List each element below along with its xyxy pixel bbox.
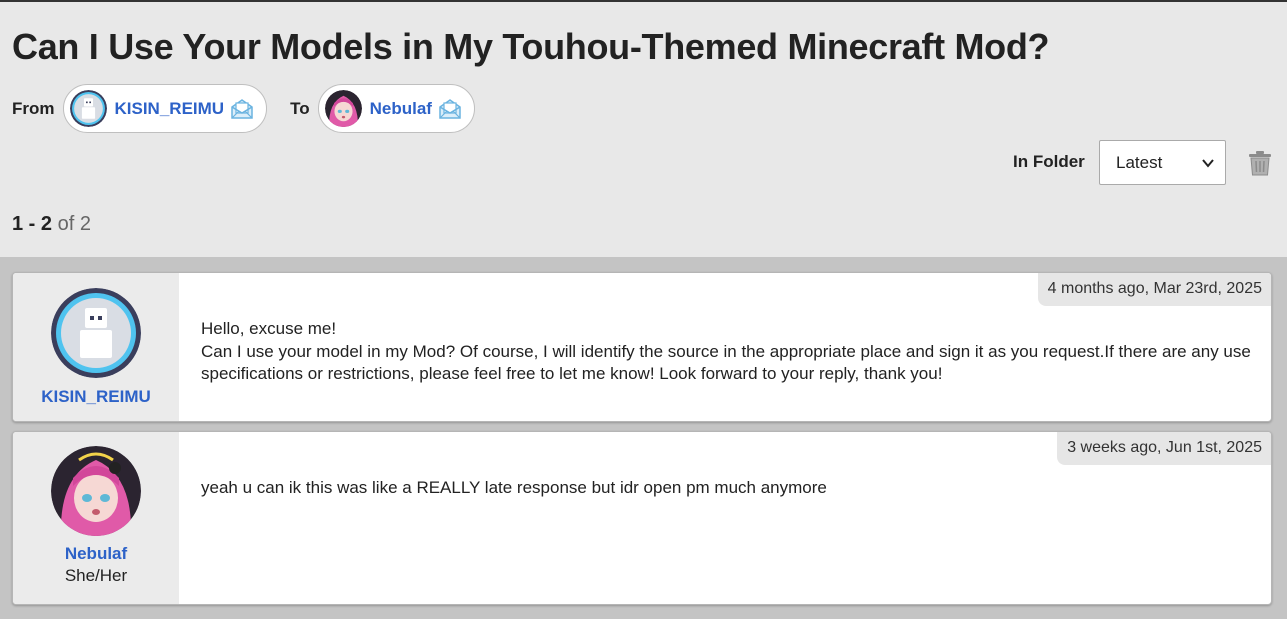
folder-select-value: Latest	[1116, 152, 1163, 172]
to-user-chip[interactable]: Nebulaf	[317, 84, 475, 133]
folder-label: In Folder	[1013, 152, 1085, 171]
message-author-panel: Nebulaf She/Her	[13, 432, 179, 604]
from-user-name: KISIN_REIMU	[114, 98, 225, 118]
envelope-open-icon[interactable]	[438, 97, 462, 121]
to-user-name: Nebulaf	[369, 98, 432, 118]
message-list: KISIN_REIMU 4 months ago, Mar 23rd, 2025…	[0, 257, 1287, 619]
message-line: Can I use your model in my Mod? Of cours…	[201, 341, 1251, 384]
participants-bar: From KISIN_REIMU To Nebulaf	[12, 84, 475, 133]
author-name[interactable]: KISIN_REIMU	[13, 387, 179, 407]
trash-icon[interactable]	[1248, 150, 1272, 181]
message-line: yeah u can ik this was like a REALLY lat…	[201, 478, 827, 497]
author-avatar[interactable]	[51, 288, 141, 378]
message-line: Hello, excuse me!	[201, 319, 337, 338]
pagination-range: 1 - 2	[12, 213, 53, 235]
pagination-total: of 2	[57, 213, 91, 235]
message-body: yeah u can ik this was like a REALLY lat…	[201, 477, 1255, 500]
to-label: To	[290, 98, 310, 118]
message-author-panel: KISIN_REIMU	[13, 273, 179, 421]
page-title: Can I Use Your Models in My Touhou-Theme…	[12, 26, 1050, 67]
author-pronouns: She/Her	[64, 566, 128, 585]
author-name[interactable]: Nebulaf	[13, 544, 179, 564]
top-border	[0, 0, 1287, 2]
folder-select[interactable]: Latest	[1099, 140, 1226, 185]
message-date: 3 weeks ago, Jun 1st, 2025	[1057, 432, 1271, 465]
to-user-avatar	[324, 90, 362, 127]
message-body: Hello, excuse me! Can I use your model i…	[201, 318, 1255, 386]
message-date: 4 months ago, Mar 23rd, 2025	[1037, 273, 1271, 306]
from-label: From	[12, 98, 55, 118]
from-user-chip[interactable]: KISIN_REIMU	[62, 84, 268, 133]
message-item: KISIN_REIMU 4 months ago, Mar 23rd, 2025…	[12, 272, 1272, 422]
author-avatar[interactable]	[51, 446, 141, 536]
chevron-down-icon	[1201, 155, 1215, 175]
pagination-count: 1 - 2 of 2	[12, 213, 91, 236]
envelope-open-icon[interactable]	[230, 97, 254, 121]
message-item: Nebulaf She/Her 3 weeks ago, Jun 1st, 20…	[12, 431, 1272, 605]
from-user-avatar	[69, 90, 107, 127]
